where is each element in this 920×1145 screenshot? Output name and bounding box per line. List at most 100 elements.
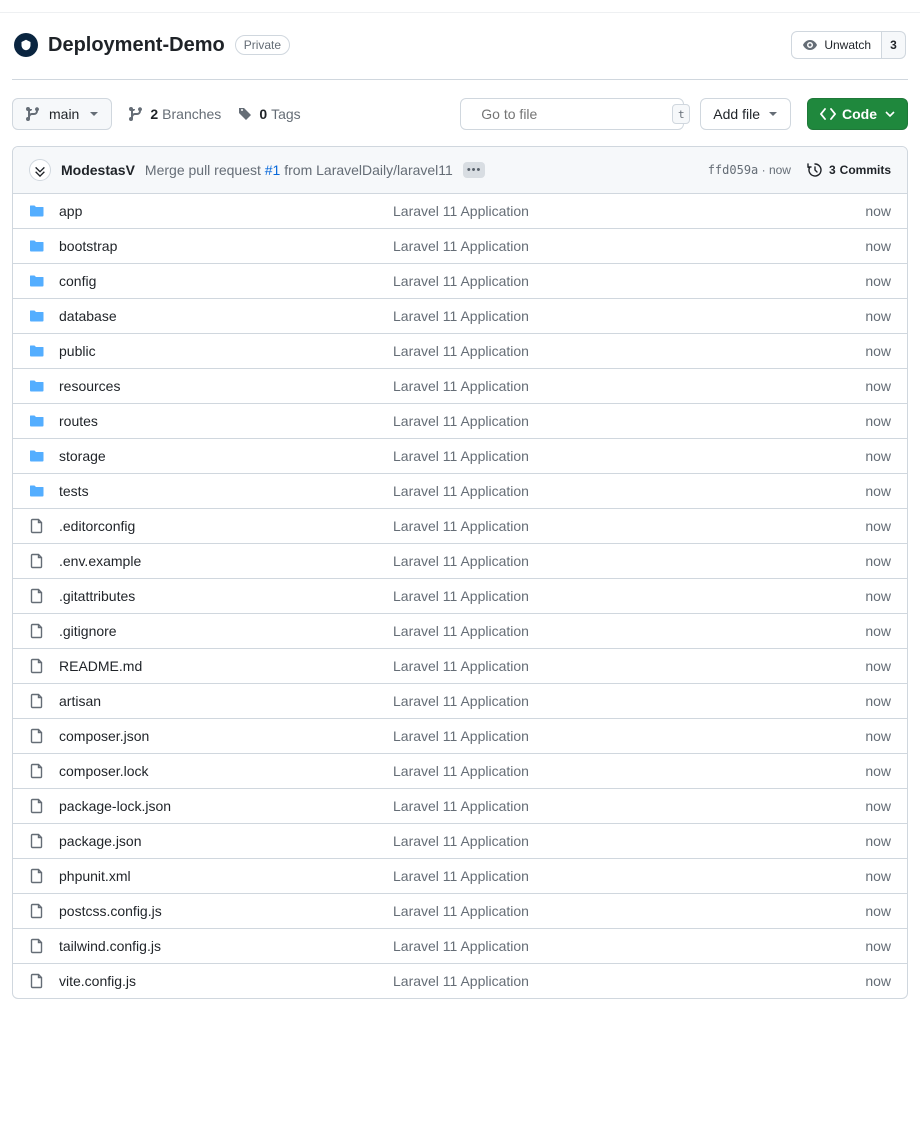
file-commit-message[interactable]: Laravel 11 Application <box>393 728 529 744</box>
latest-commit-row: ModestasV Merge pull request #1 from Lar… <box>13 147 907 194</box>
add-file-button[interactable]: Add file <box>700 98 791 130</box>
commits-link[interactable]: 3 Commits <box>807 162 891 178</box>
file-name-link[interactable]: postcss.config.js <box>59 903 162 919</box>
file-commit-message[interactable]: Laravel 11 Application <box>393 238 529 254</box>
file-name-link[interactable]: bootstrap <box>59 238 117 254</box>
file-commit-message[interactable]: Laravel 11 Application <box>393 763 529 779</box>
file-icon <box>29 938 45 954</box>
folder-icon-cell <box>29 378 45 394</box>
branches-label: Branches <box>162 106 221 122</box>
file-name-link[interactable]: app <box>59 203 82 219</box>
file-name-link[interactable]: artisan <box>59 693 101 709</box>
file-commit-message[interactable]: Laravel 11 Application <box>393 693 529 709</box>
file-name-link[interactable]: storage <box>59 448 106 464</box>
file-time: now <box>865 763 891 779</box>
folder-icon-cell <box>29 308 45 324</box>
org-avatar[interactable] <box>14 33 38 57</box>
file-commit-message[interactable]: Laravel 11 Application <box>393 343 529 359</box>
commits-count: 3 <box>829 163 836 177</box>
file-time: now <box>865 378 891 394</box>
file-name-link[interactable]: .gitattributes <box>59 588 135 604</box>
commit-author-avatar[interactable] <box>29 159 51 181</box>
file-row: bootstrap Laravel 11 Application now <box>13 229 907 264</box>
file-commit-message[interactable]: Laravel 11 Application <box>393 973 529 989</box>
expand-message-button[interactable]: ••• <box>463 162 486 178</box>
repo-name[interactable]: Deployment-Demo <box>48 34 225 57</box>
file-name-link[interactable]: composer.json <box>59 728 149 744</box>
file-name-link[interactable]: resources <box>59 378 120 394</box>
file-search-input[interactable] <box>479 105 664 123</box>
file-name-link[interactable]: public <box>59 343 96 359</box>
file-time: now <box>865 973 891 989</box>
file-commit-message[interactable]: Laravel 11 Application <box>393 413 529 429</box>
file-name-link[interactable]: routes <box>59 413 98 429</box>
repo-header: Deployment-Demo Private Unwatch 3 <box>12 25 908 80</box>
file-commit-message[interactable]: Laravel 11 Application <box>393 378 529 394</box>
file-commit-message[interactable]: Laravel 11 Application <box>393 588 529 604</box>
tags-link[interactable]: 0 Tags <box>237 106 300 122</box>
branches-link[interactable]: 2 Branches <box>128 106 221 122</box>
file-icon <box>29 763 45 779</box>
file-name-link[interactable]: composer.lock <box>59 763 148 779</box>
pr-link[interactable]: #1 <box>265 162 281 178</box>
watch-count[interactable]: 3 <box>882 31 906 59</box>
file-commit-message[interactable]: Laravel 11 Application <box>393 798 529 814</box>
file-commit-message[interactable]: Laravel 11 Application <box>393 273 529 289</box>
file-name-link[interactable]: vite.config.js <box>59 973 136 989</box>
branch-select-button[interactable]: main <box>12 98 112 130</box>
file-commit-message[interactable]: Laravel 11 Application <box>393 833 529 849</box>
file-name-link[interactable]: README.md <box>59 658 142 674</box>
folder-icon <box>29 343 45 359</box>
unwatch-button[interactable]: Unwatch <box>791 31 882 59</box>
file-icon <box>29 693 45 709</box>
file-name-link[interactable]: database <box>59 308 117 324</box>
file-name-link[interactable]: .env.example <box>59 553 141 569</box>
file-time: now <box>865 413 891 429</box>
file-row: resources Laravel 11 Application now <box>13 369 907 404</box>
commit-message[interactable]: Merge pull request #1 from LaravelDaily/… <box>145 162 453 178</box>
commit-sha[interactable]: ffd059a <box>708 163 759 177</box>
file-commit-message[interactable]: Laravel 11 Application <box>393 868 529 884</box>
file-icon-cell <box>29 833 45 849</box>
commit-time: now <box>769 163 791 177</box>
code-button[interactable]: Code <box>807 98 908 130</box>
file-commit-message[interactable]: Laravel 11 Application <box>393 308 529 324</box>
file-name-link[interactable]: package.json <box>59 833 142 849</box>
file-row: testsLaravel 11 Applicationnow <box>13 474 907 509</box>
folder-icon <box>29 203 45 219</box>
file-name-link[interactable]: tests <box>59 483 89 499</box>
file-row: vite.config.js Laravel 11 Application now <box>13 964 907 998</box>
file-commit-message[interactable]: Laravel 11 Application <box>393 483 529 499</box>
file-time: now <box>865 203 891 219</box>
file-listing: ModestasV Merge pull request #1 from Lar… <box>12 146 908 999</box>
file-time: now <box>865 238 891 254</box>
file-time: now <box>865 518 891 534</box>
file-row: package-lock.jsonLaravel 11 Applicationn… <box>13 789 907 824</box>
file-commit-message[interactable]: Laravel 11 Application <box>393 623 529 639</box>
file-search[interactable]: t <box>460 98 684 130</box>
file-name-link[interactable]: package-lock.json <box>59 798 171 814</box>
file-name-link[interactable]: .gitignore <box>59 623 117 639</box>
file-commit-message[interactable]: Laravel 11 Application <box>393 448 529 464</box>
file-commit-message[interactable]: Laravel 11 Application <box>393 203 529 219</box>
file-name-link[interactable]: config <box>59 273 96 289</box>
branches-count: 2 <box>150 106 158 122</box>
file-time: now <box>865 693 891 709</box>
file-time: now <box>865 938 891 954</box>
file-name-link[interactable]: .editorconfig <box>59 518 135 534</box>
file-name-link[interactable]: tailwind.config.js <box>59 938 161 954</box>
file-commit-message[interactable]: Laravel 11 Application <box>393 518 529 534</box>
file-commit-message[interactable]: Laravel 11 Application <box>393 938 529 954</box>
file-icon-cell <box>29 588 45 604</box>
file-name-link[interactable]: phpunit.xml <box>59 868 131 884</box>
commit-author[interactable]: ModestasV <box>61 162 135 178</box>
file-commit-message[interactable]: Laravel 11 Application <box>393 903 529 919</box>
folder-icon-cell <box>29 413 45 429</box>
code-icon <box>820 106 836 122</box>
file-commit-message[interactable]: Laravel 11 Application <box>393 658 529 674</box>
visibility-badge: Private <box>235 35 290 55</box>
file-icon <box>29 833 45 849</box>
chevron-down-icon <box>768 109 778 119</box>
folder-icon <box>29 378 45 394</box>
file-commit-message[interactable]: Laravel 11 Application <box>393 553 529 569</box>
